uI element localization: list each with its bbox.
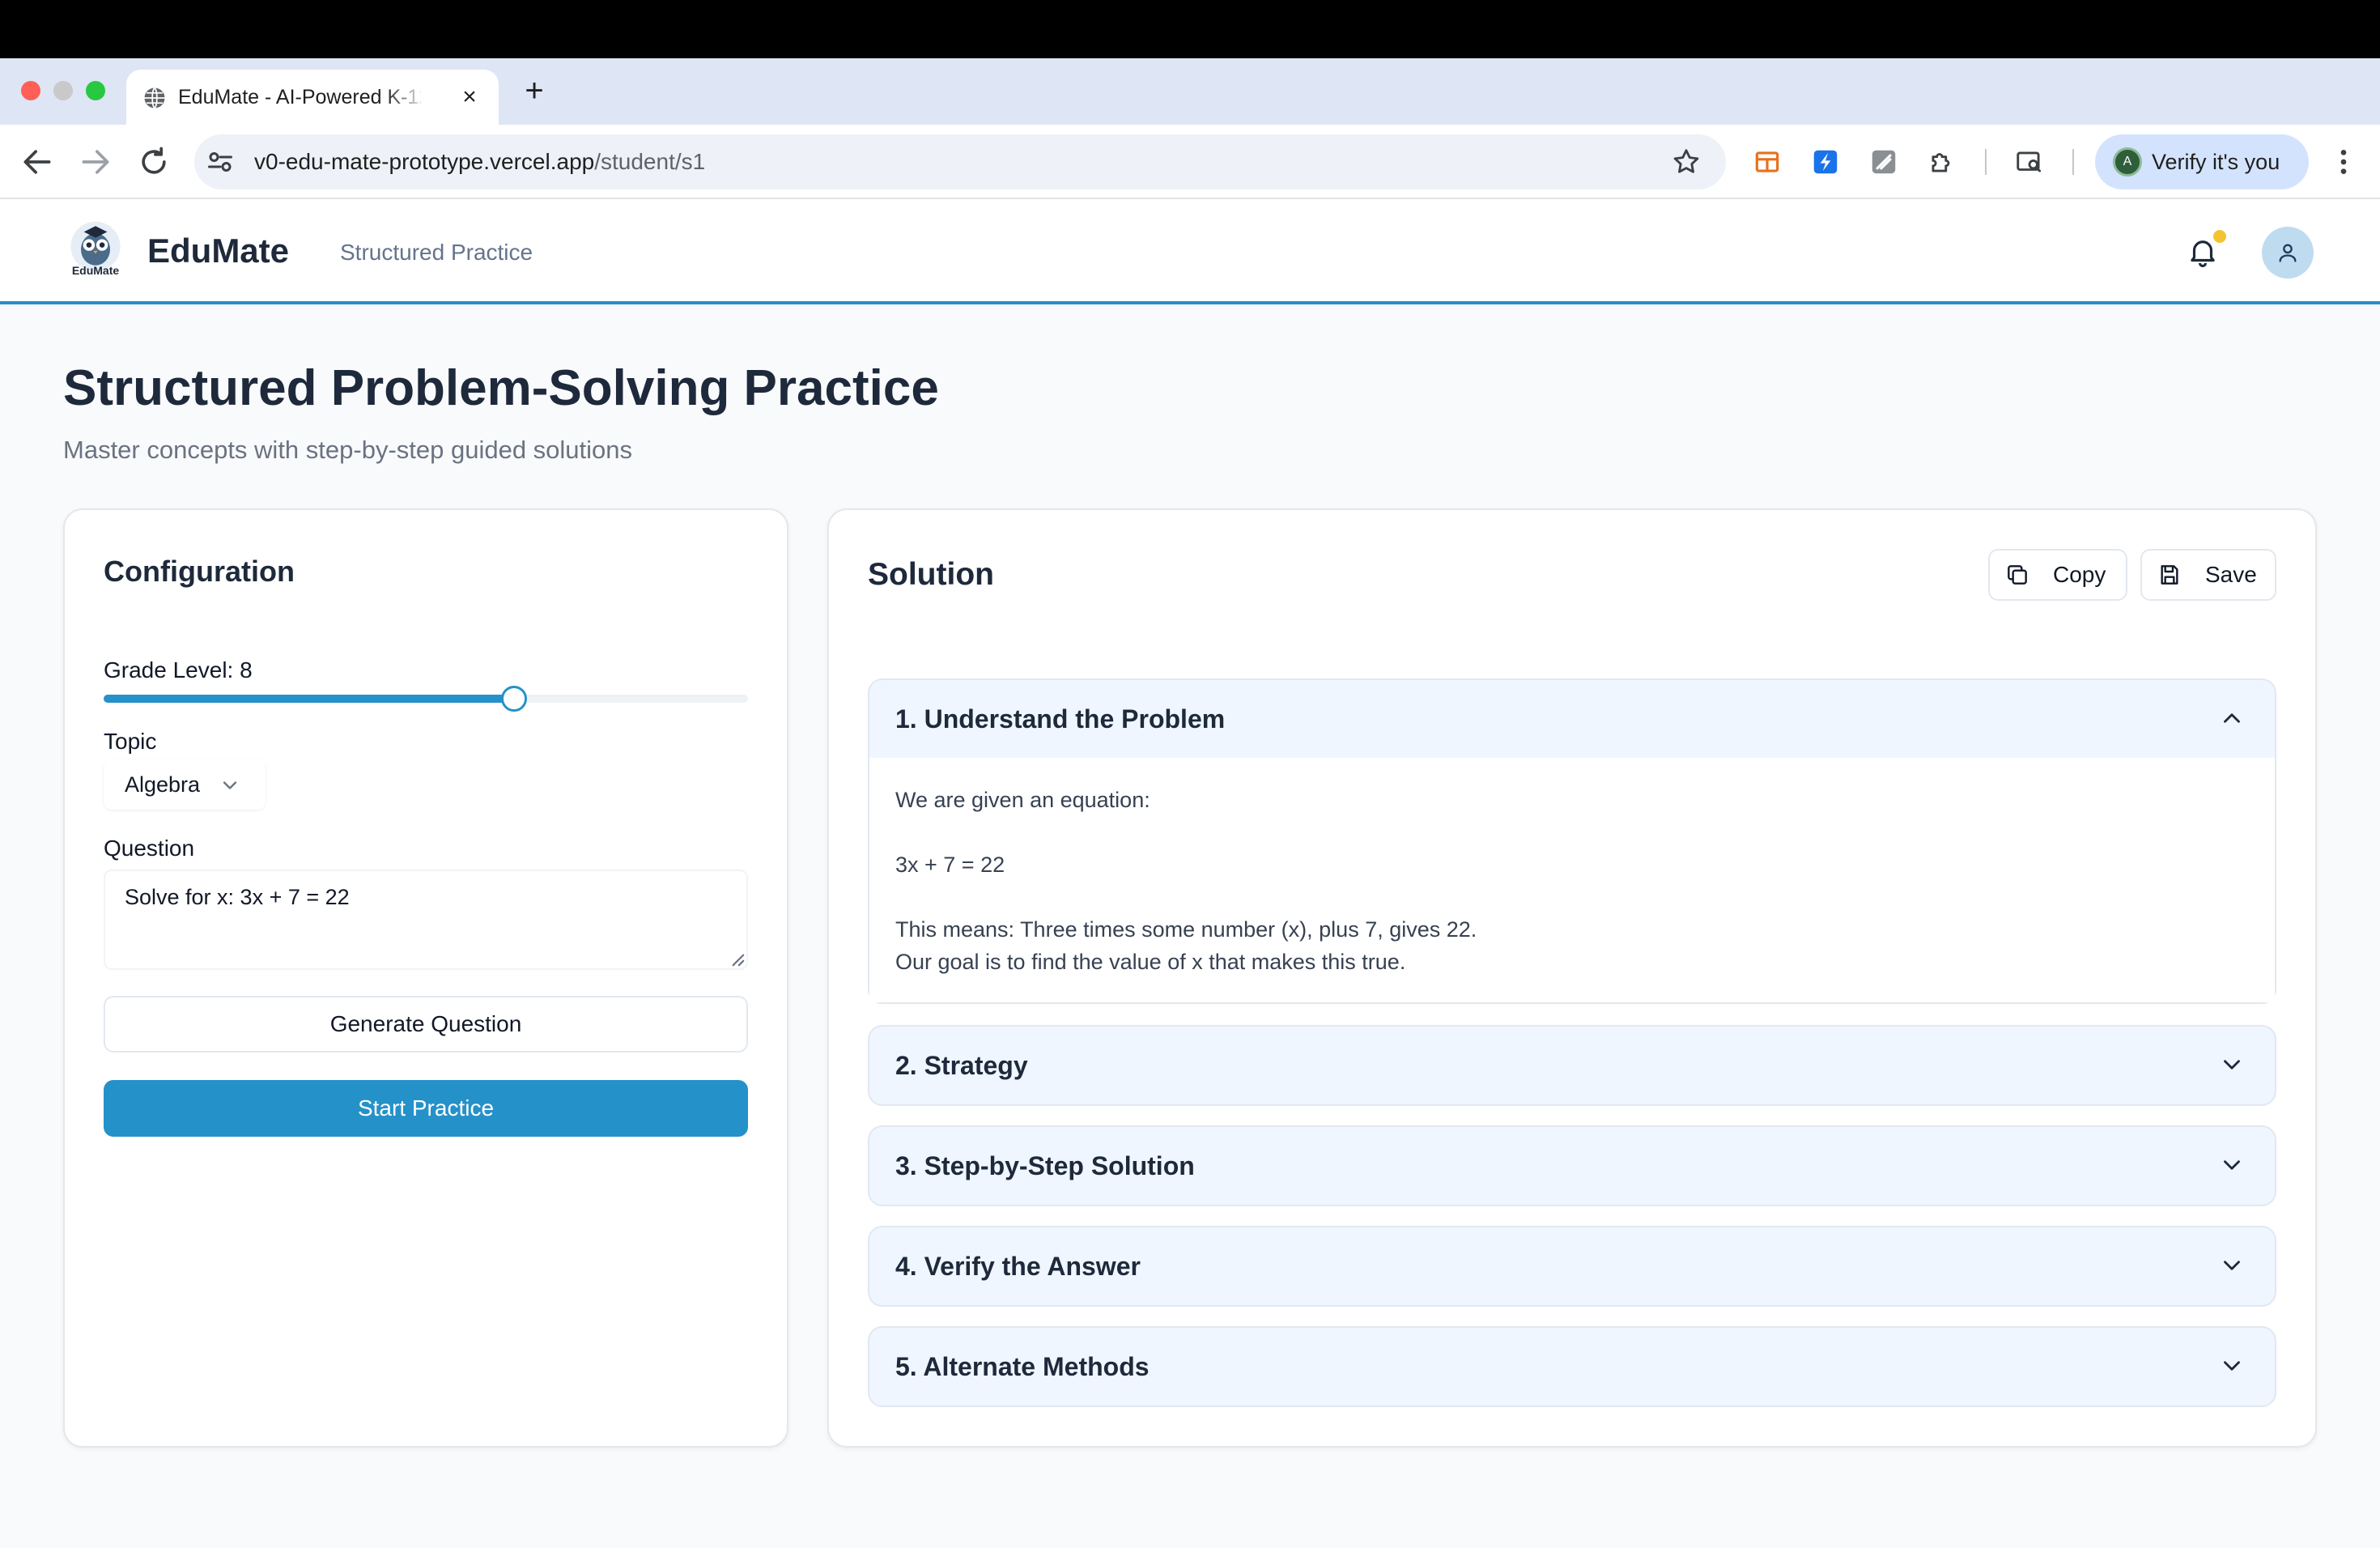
solution-text-line: We are given an equation: (895, 788, 1150, 812)
save-label: Save (2205, 562, 2257, 587)
url-host: v0-edu-mate-prototype.vercel.app (254, 149, 595, 174)
page-title: Structured Problem-Solving Practice (63, 360, 939, 416)
solution-text-line: Our goal is to find the value of x that … (895, 950, 1406, 974)
chevron-up-icon[interactable] (2218, 704, 2246, 732)
copy-label: Copy (2053, 562, 2106, 587)
back-icon[interactable] (19, 144, 55, 180)
browser-menu-icon[interactable] (2331, 146, 2356, 178)
lightning-extension-icon[interactable] (1810, 147, 1841, 177)
toolbar-separator (1985, 149, 1987, 175)
browser-tab[interactable]: EduMate - AI-Powered K-12 L × (126, 70, 499, 125)
grade-level-label: Grade Level: 8 (104, 657, 253, 683)
chevron-down-icon[interactable] (2218, 1051, 2246, 1078)
topic-selected-value: Algebra (125, 772, 201, 797)
user-avatar-button[interactable] (2262, 227, 2314, 279)
chevron-down-icon[interactable] (2218, 1151, 2246, 1179)
accordion-strategy[interactable] (868, 1025, 2276, 1106)
system-top-bar (0, 0, 2380, 58)
brand-name[interactable]: EduMate (147, 228, 289, 274)
verify-label: Verify it's you (2152, 150, 2280, 174)
topic-label: Topic (104, 729, 157, 754)
page-subtitle: Master concepts with step-by-step guided… (63, 436, 633, 464)
solution-text-line: This means: Three times some number (x),… (895, 917, 1477, 942)
note-extension-icon[interactable] (1868, 147, 1899, 177)
url-text[interactable]: v0-edu-mate-prototype.vercel.app/student… (254, 134, 705, 189)
save-icon (2161, 565, 2178, 585)
layout-extension-icon[interactable] (1752, 147, 1783, 177)
chevron-down-icon[interactable] (2218, 1252, 2246, 1279)
configuration-card (63, 508, 788, 1448)
bookmark-star-icon[interactable] (1671, 147, 1702, 177)
close-window-button[interactable] (21, 81, 40, 100)
profile-avatar: A (2113, 147, 2142, 176)
generate-question-button[interactable]: Generate Question (104, 996, 748, 1053)
question-text: Solve for x: 3x + 7 = 22 (125, 885, 350, 909)
logo-caption: EduMate (71, 264, 120, 277)
tab-close-button[interactable]: × (457, 84, 482, 110)
site-settings-icon[interactable] (206, 147, 235, 176)
solution-heading: Solution (868, 557, 994, 592)
chevron-down-icon (223, 781, 237, 789)
globe-icon (144, 87, 165, 109)
start-practice-button[interactable]: Start Practice (104, 1080, 748, 1137)
accordion-title[interactable]: 2. Strategy (895, 1048, 1028, 1083)
user-icon (2279, 244, 2297, 262)
accordion-title[interactable]: 5. Alternate Methods (895, 1349, 1150, 1384)
extensions-puzzle-icon[interactable] (1927, 147, 1957, 177)
url-path: /student/s1 (594, 149, 706, 174)
forward-icon[interactable] (78, 144, 113, 180)
configuration-heading: Configuration (104, 555, 295, 588)
tab-title: EduMate - AI-Powered K-12 L (178, 86, 421, 108)
grade-level-slider-fill (104, 695, 514, 703)
reload-icon[interactable] (136, 144, 172, 180)
accordion-title[interactable]: 4. Verify the Answer (895, 1248, 1141, 1284)
search-tab-icon[interactable] (2014, 147, 2045, 177)
accordion-title[interactable]: 1. Understand the Problem (895, 701, 1225, 737)
minimize-window-button[interactable] (53, 81, 73, 100)
new-tab-button[interactable]: + (518, 74, 550, 107)
nav-link-structured-practice[interactable]: Structured Practice (340, 236, 533, 269)
accordion-title[interactable]: 3. Step-by-Step Solution (895, 1148, 1195, 1184)
grade-level-slider-thumb[interactable] (501, 686, 527, 712)
maximize-window-button[interactable] (86, 81, 105, 100)
toolbar-separator (2072, 149, 2074, 175)
chevron-down-icon[interactable] (2218, 1352, 2246, 1380)
equation-line: 3x + 7 = 22 (895, 853, 1005, 877)
resize-grip-icon[interactable] (730, 952, 745, 967)
copy-icon (2008, 565, 2027, 585)
tab-title-fade (385, 78, 426, 117)
notification-dot (2213, 230, 2226, 243)
question-label: Question (104, 836, 195, 861)
